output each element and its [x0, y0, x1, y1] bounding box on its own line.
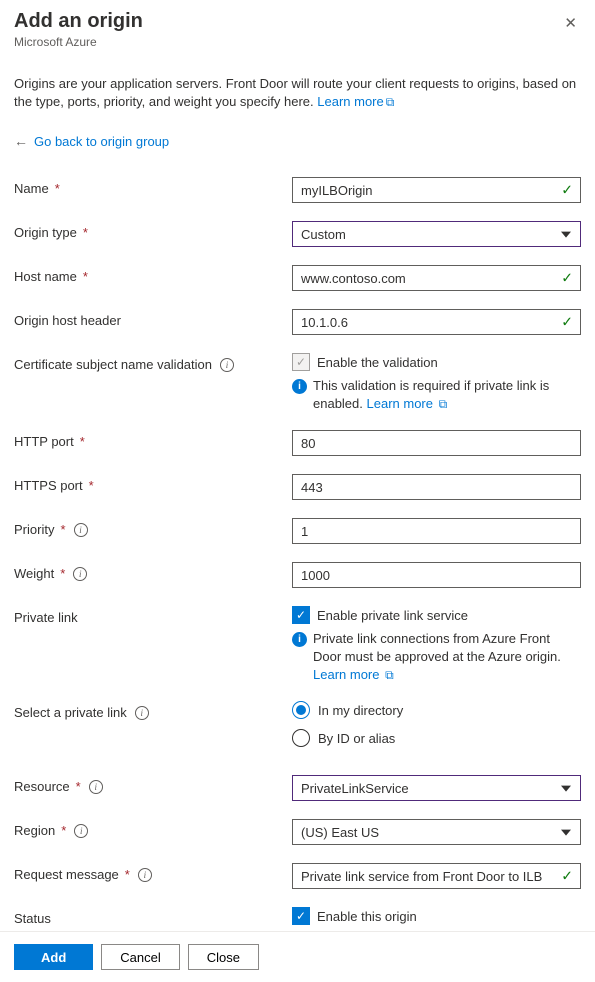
weight-input[interactable]: [292, 562, 581, 588]
back-arrow-icon: ←: [14, 133, 28, 149]
request-message-input[interactable]: [292, 863, 581, 889]
info-icon[interactable]: i: [74, 523, 88, 537]
origin-host-header-input[interactable]: [292, 309, 581, 335]
http-port-label: HTTP port: [14, 434, 74, 449]
back-to-origin-group-link[interactable]: Go back to origin group: [34, 134, 169, 149]
radio-in-my-directory[interactable]: In my directory: [292, 701, 581, 719]
enable-private-link-checkbox[interactable]: ✓: [292, 606, 310, 624]
origin-type-select[interactable]: [292, 221, 581, 247]
host-name-input[interactable]: [292, 265, 581, 291]
radio-icon: [292, 701, 310, 719]
info-blue-icon: i: [292, 632, 307, 647]
cancel-button[interactable]: Cancel: [101, 944, 179, 970]
radio-by-id-label: By ID or alias: [318, 731, 395, 746]
cert-learn-more-link[interactable]: Learn more ⧉: [367, 396, 448, 411]
private-link-learn-more-link[interactable]: Learn more ⧉: [313, 667, 394, 682]
description-text: Origins are your application servers. Fr…: [14, 75, 581, 111]
radio-icon: [292, 729, 310, 747]
weight-label: Weight: [14, 566, 54, 581]
required-marker: *: [55, 181, 60, 196]
info-icon[interactable]: i: [138, 868, 152, 882]
info-icon[interactable]: i: [89, 780, 103, 794]
external-link-icon: ⧉: [386, 94, 395, 111]
http-port-input[interactable]: [292, 430, 581, 456]
enable-origin-label: Enable this origin: [317, 909, 417, 924]
origin-host-header-label: Origin host header: [14, 313, 121, 328]
priority-label: Priority: [14, 522, 54, 537]
host-name-label: Host name: [14, 269, 77, 284]
add-button[interactable]: Add: [14, 944, 93, 970]
resource-select[interactable]: [292, 775, 581, 801]
description-body: Origins are your application servers. Fr…: [14, 76, 576, 109]
resource-label: Resource: [14, 779, 70, 794]
learn-more-link[interactable]: Learn more⧉: [317, 94, 394, 109]
radio-in-directory-label: In my directory: [318, 703, 403, 718]
external-link-icon: ⧉: [439, 396, 448, 412]
enable-private-link-label: Enable private link service: [317, 608, 468, 623]
info-icon[interactable]: i: [220, 358, 234, 372]
region-label: Region: [14, 823, 55, 838]
cert-validation-label: Certificate subject name validation: [14, 357, 212, 372]
priority-input[interactable]: [292, 518, 581, 544]
name-input[interactable]: [292, 177, 581, 203]
origin-type-label: Origin type: [14, 225, 77, 240]
info-blue-icon: i: [292, 379, 307, 394]
close-button[interactable]: Close: [188, 944, 259, 970]
status-label: Status: [14, 911, 51, 926]
info-icon[interactable]: i: [74, 824, 88, 838]
panel-subtitle: Microsoft Azure: [14, 35, 143, 49]
region-select[interactable]: [292, 819, 581, 845]
enable-validation-checkbox: ✓: [292, 353, 310, 371]
name-label: Name: [14, 181, 49, 196]
enable-validation-label: Enable the validation: [317, 355, 438, 370]
info-icon[interactable]: i: [73, 567, 87, 581]
info-icon[interactable]: i: [135, 706, 149, 720]
https-port-label: HTTPS port: [14, 478, 83, 493]
enable-origin-checkbox[interactable]: ✓: [292, 907, 310, 925]
private-link-label: Private link: [14, 610, 78, 625]
private-link-info: Private link connections from Azure Fron…: [313, 631, 561, 664]
close-icon[interactable]: ✕: [560, 10, 581, 36]
request-message-label: Request message: [14, 867, 119, 882]
external-link-icon: ⧉: [385, 667, 394, 683]
https-port-input[interactable]: [292, 474, 581, 500]
radio-by-id-or-alias[interactable]: By ID or alias: [292, 729, 581, 747]
select-private-link-label: Select a private link: [14, 705, 127, 720]
panel-title: Add an origin: [14, 10, 143, 33]
